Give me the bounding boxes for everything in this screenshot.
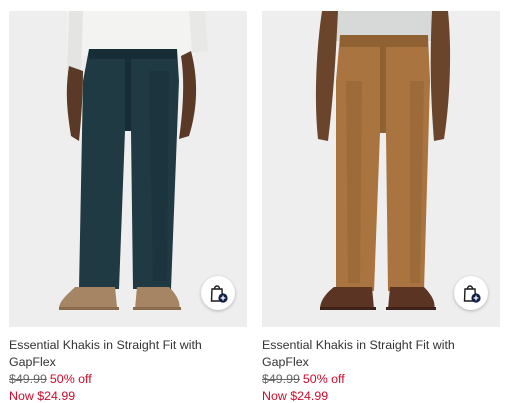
product-card[interactable]: Essential Khakis in Straight Fit with Ga…	[262, 11, 500, 403]
right-shoe	[388, 287, 435, 309]
sale-price: Now $24.99	[262, 389, 329, 403]
left-arm	[315, 11, 338, 141]
price-row: $49.99 50% off	[9, 371, 247, 388]
product-title[interactable]: Essential Khakis in Straight Fit with Ga…	[262, 337, 482, 371]
right-arm	[430, 11, 451, 141]
add-to-bag-icon	[463, 285, 481, 303]
product-title[interactable]: Essential Khakis in Straight Fit with Ga…	[9, 337, 229, 371]
sale-price: Now $24.99	[9, 389, 76, 403]
right-arm	[179, 51, 197, 139]
original-price: $49.99	[9, 372, 47, 386]
product-image[interactable]	[9, 11, 247, 327]
add-to-bag-button[interactable]	[201, 276, 235, 310]
left-arm	[66, 66, 83, 141]
left-shoe	[320, 287, 374, 309]
add-to-bag-button[interactable]	[454, 276, 488, 310]
original-price: $49.99	[262, 372, 300, 386]
product-card[interactable]: Essential Khakis in Straight Fit with Ga…	[9, 11, 247, 403]
product-image[interactable]	[262, 11, 500, 327]
discount-label: 50% off	[49, 372, 92, 386]
price-row: $49.99 50% off	[262, 371, 500, 388]
left-shoe	[59, 287, 117, 309]
add-to-bag-icon	[210, 285, 228, 303]
right-shoe	[135, 287, 180, 309]
discount-label: 50% off	[302, 372, 345, 386]
